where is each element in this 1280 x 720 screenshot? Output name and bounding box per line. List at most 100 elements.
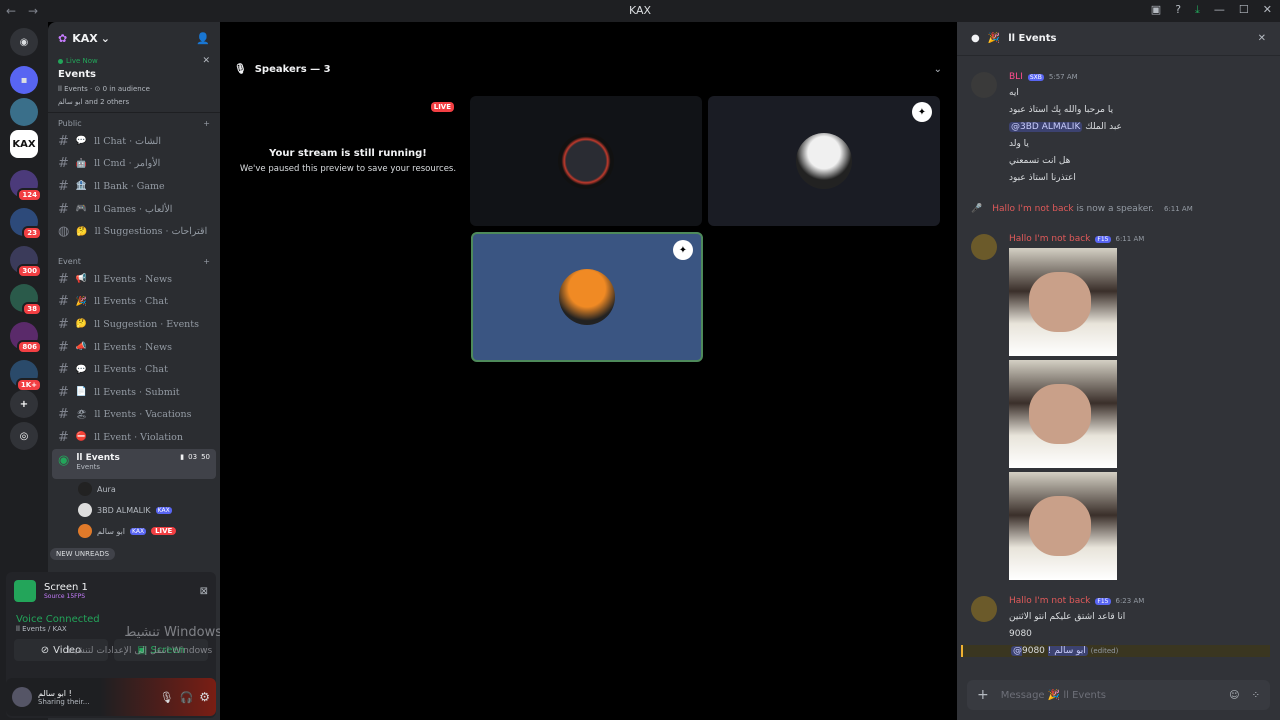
moderator-star-icon: ✦: [673, 240, 693, 260]
live-event-card[interactable]: Live Now ✕ Events ll Events · ⊙ 0 in audi…: [48, 54, 220, 113]
server-icon[interactable]: 124: [10, 170, 42, 202]
channel-item[interactable]: # 🎮 ll Games · الألعاب: [48, 198, 220, 221]
avatar: [559, 269, 615, 325]
channel-item[interactable]: # 🤖 ll Cmd · الأوامر: [48, 153, 220, 176]
category-public[interactable]: Public +: [48, 113, 220, 130]
chevron-down-icon[interactable]: ⌄: [934, 64, 942, 75]
settings-gear-icon[interactable]: ⚙: [199, 690, 210, 704]
server-icon[interactable]: 38: [10, 284, 42, 316]
stage-view: 🎙 Speakers — 3 ⌄ LIVE Your stream is stil…: [220, 22, 954, 720]
avatar[interactable]: [971, 596, 997, 622]
party-icon: 🎉: [987, 33, 1001, 44]
system-message: 🎤 Hallo I'm not back is now a speaker. 6…: [971, 204, 1193, 214]
category-event[interactable]: Event +: [48, 243, 220, 268]
voice-channel-active[interactable]: ◉ ll Events Events ▮ 03 50: [52, 448, 216, 479]
windows-activation-watermark: تنشيط Windows انتقل إلى الإعدادات لتنشيط…: [66, 625, 222, 656]
channel-item[interactable]: # 🏦 ll Bank · Game: [48, 175, 220, 198]
speakers-header: 🎙 Speakers — 3: [234, 64, 331, 75]
server-icon[interactable]: 806: [10, 322, 42, 354]
hash-icon: #: [58, 384, 69, 400]
stop-stream-icon[interactable]: ⊠: [200, 586, 208, 597]
title-bar: ← → KAX ▣ ? ⤓ — ☐ ✕: [0, 0, 1280, 22]
user-bar: ابو سالم ! Sharing their... 🎙 🎧 ⚙: [6, 678, 216, 716]
image-attachment[interactable]: [1009, 472, 1117, 580]
avatar[interactable]: [971, 234, 997, 260]
close-icon[interactable]: ✕: [202, 56, 210, 66]
microphone-icon: 🎙: [234, 64, 247, 75]
voice-user[interactable]: 3BD ALMALIK KAX: [48, 500, 220, 521]
server-icon[interactable]: [10, 98, 38, 126]
channel-item[interactable]: # 🤔 ll Suggestion · Events: [48, 313, 220, 336]
forum-icon: ◍: [58, 224, 70, 240]
moderator-star-icon: ✦: [912, 102, 932, 122]
avatar: [558, 133, 614, 189]
message-input[interactable]: + Message 🎉 ll Events ☺ ⁘: [967, 680, 1270, 710]
channel-item[interactable]: # 📢 ll Events · News: [48, 268, 220, 291]
avatar[interactable]: [971, 72, 997, 98]
inbox-icon[interactable]: ▣: [1151, 3, 1161, 17]
voice-user[interactable]: ابو سالم KAX LIVE: [48, 521, 220, 542]
speaker-tile[interactable]: ✦: [708, 96, 940, 226]
discord-home-icon[interactable]: ◉: [10, 28, 38, 56]
speaker-tile-active[interactable]: ✦: [471, 232, 703, 362]
image-attachment[interactable]: [1009, 248, 1117, 356]
maximize-icon[interactable]: ☐: [1239, 3, 1249, 17]
server-header[interactable]: ✿ KAX ⌄ 👤: [48, 22, 220, 54]
chat-message: BLI SXB 5:57 AM ايه يا مرحبا والله بِك است…: [971, 72, 1270, 184]
event-title: Events: [58, 69, 96, 80]
window-title: KAX: [628, 4, 652, 17]
chat-bubble-icon: ●: [971, 33, 980, 44]
minimize-icon[interactable]: —: [1214, 3, 1225, 17]
hash-icon: #: [58, 339, 69, 355]
hash-icon: #: [58, 429, 69, 445]
download-icon[interactable]: ⤓: [1195, 3, 1200, 17]
help-icon[interactable]: ?: [1175, 3, 1181, 17]
channel-item[interactable]: # 🏖 ll Events · Vacations: [48, 404, 220, 427]
camera-off-icon: ⊘: [40, 644, 50, 656]
speaker-icon: 🎤: [971, 204, 983, 214]
add-channel-icon[interactable]: +: [203, 119, 210, 128]
folder-icon[interactable]: ▪: [10, 66, 38, 94]
channel-item[interactable]: # ⛔ ll Event · Violation: [48, 426, 220, 449]
server-kax-icon[interactable]: KAX: [10, 130, 38, 158]
discover-icon[interactable]: ◎: [10, 422, 38, 450]
server-icon[interactable]: 1K+: [10, 360, 42, 392]
avatar: [78, 482, 92, 497]
server-icon[interactable]: 300: [10, 246, 42, 278]
emoji-icon[interactable]: ☺: [1229, 690, 1239, 701]
chat-message: Hallo I'm not back F15 6:11 AM: [971, 234, 1270, 580]
channel-item[interactable]: # 💬 ll Chat · الشات: [48, 130, 220, 153]
add-member-icon[interactable]: 👤: [196, 32, 210, 45]
channel-item[interactable]: # 💬 ll Events · Chat: [48, 358, 220, 381]
add-attachment-icon[interactable]: +: [977, 687, 989, 703]
channel-item[interactable]: # 📣 ll Events · News: [48, 336, 220, 359]
stream-preview-tile[interactable]: LIVE Your stream is still running! We've…: [232, 96, 464, 226]
hash-icon: #: [58, 156, 69, 172]
apps-icon[interactable]: ⁘: [1252, 690, 1260, 701]
screen-thumbnail[interactable]: [14, 580, 36, 602]
avatar: [796, 133, 852, 189]
avatar[interactable]: [12, 687, 32, 707]
add-server-icon[interactable]: +: [10, 390, 38, 418]
image-attachment[interactable]: [1009, 360, 1117, 468]
close-icon[interactable]: ✕: [1258, 33, 1266, 44]
new-unreads-button[interactable]: NEW UNREADS: [50, 548, 116, 560]
hash-icon: #: [58, 362, 69, 378]
user-mention[interactable]: @3BD ALMALIK: [1009, 122, 1083, 132]
chevron-down-icon: ⌄: [100, 31, 110, 45]
chat-panel: ● 🎉 ll Events ✕ BLI SXB 5:57 AM ايه يا مرح…: [957, 22, 1280, 720]
event-meta: ll Events · ⊙ 0 in audience: [58, 85, 150, 93]
channel-item[interactable]: # 🎉 ll Events · Chat: [48, 291, 220, 314]
speaker-tile[interactable]: [470, 96, 702, 226]
hash-icon: #: [58, 316, 69, 332]
voice-user[interactable]: Aura: [48, 479, 220, 500]
hash-icon: #: [58, 407, 69, 423]
close-icon[interactable]: ✕: [1263, 3, 1272, 17]
channel-item[interactable]: ◍ 🤔 ll Suggestions · اقتراحات: [48, 220, 220, 243]
add-channel-icon[interactable]: +: [203, 257, 210, 266]
microphone-icon[interactable]: 🎙: [160, 691, 174, 704]
channel-item[interactable]: # 📄 ll Events · Submit: [48, 381, 220, 404]
chat-message: Hallo I'm not back F15 6:23 AM انا قاعد اش…: [961, 596, 1270, 657]
headphones-icon[interactable]: 🎧: [180, 691, 194, 704]
server-icon[interactable]: 23: [10, 208, 42, 240]
